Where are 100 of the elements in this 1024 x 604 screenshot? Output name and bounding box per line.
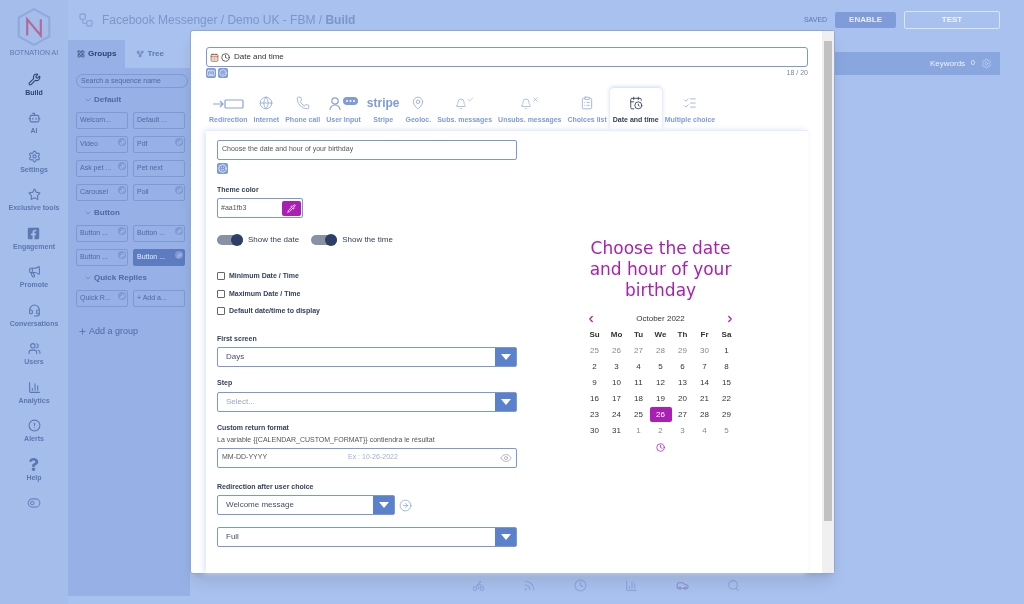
step-dropdown[interactable]: Select... bbox=[217, 391, 517, 412]
toggle-label: Show the date bbox=[248, 234, 300, 246]
calendar-day[interactable]: 10 bbox=[605, 375, 628, 390]
calendar-day[interactable]: 17 bbox=[605, 391, 628, 406]
calendar-day[interactable]: 18 bbox=[627, 391, 650, 406]
group-title[interactable]: Default bbox=[94, 94, 122, 106]
bar-chart-icon[interactable] bbox=[625, 578, 638, 592]
rss-icon[interactable] bbox=[523, 578, 536, 592]
calendar-day[interactable]: 15 bbox=[715, 375, 738, 390]
calendar-day[interactable]: 6 bbox=[671, 359, 694, 374]
enable-button[interactable]: ENABLE bbox=[835, 12, 896, 28]
calendar-day[interactable]: 25 bbox=[627, 407, 650, 422]
plus-icon[interactable] bbox=[78, 327, 87, 337]
group-title[interactable]: Button bbox=[94, 207, 120, 219]
calendar-day[interactable]: 2 bbox=[649, 423, 672, 438]
group-title[interactable]: Quick Replies bbox=[94, 272, 147, 284]
bell-x-icon bbox=[520, 96, 540, 110]
calendar-day[interactable]: 8 bbox=[715, 359, 738, 374]
calendar-day[interactable]: 7 bbox=[693, 359, 716, 374]
calendar-day[interactable]: 25 bbox=[583, 343, 606, 358]
checkbox[interactable] bbox=[217, 307, 225, 316]
clipboard-list-icon bbox=[580, 96, 595, 110]
calendar-day[interactable]: 5 bbox=[649, 359, 672, 374]
link-badge-icon bbox=[118, 292, 126, 300]
calendar-day[interactable]: 27 bbox=[627, 343, 650, 358]
calendar-day[interactable]: 22 bbox=[715, 391, 738, 406]
chevron-down-icon[interactable] bbox=[84, 209, 92, 217]
calendar-day[interactable]: 14 bbox=[693, 375, 716, 390]
eye-icon[interactable] bbox=[500, 451, 512, 464]
redirection-dropdown[interactable]: Welcome message bbox=[217, 495, 395, 515]
clock-icon bbox=[221, 52, 230, 62]
calendar-day[interactable]: 29 bbox=[715, 407, 738, 422]
emoji-icon[interactable] bbox=[218, 68, 228, 79]
users-icon bbox=[27, 342, 41, 355]
search-icon[interactable] bbox=[727, 578, 740, 592]
first-screen-dropdown[interactable]: Days bbox=[217, 347, 517, 367]
tree-icon bbox=[136, 50, 145, 58]
calendar-day[interactable]: 24 bbox=[605, 407, 628, 422]
calendar-day[interactable]: 4 bbox=[693, 423, 716, 438]
toggle-switch[interactable] bbox=[311, 235, 338, 245]
calendar-day[interactable]: 1 bbox=[627, 423, 650, 438]
link-badge-icon bbox=[118, 251, 126, 259]
calendar-day[interactable]: 30 bbox=[583, 423, 606, 438]
calendar-day[interactable]: 26 bbox=[605, 343, 628, 358]
calendar-day[interactable]: 27 bbox=[671, 407, 694, 422]
calendar-day[interactable]: 2 bbox=[583, 359, 606, 374]
panel-tab[interactable]: Groups bbox=[68, 40, 126, 68]
hexagon-logo-icon bbox=[17, 8, 51, 46]
checkbox[interactable] bbox=[217, 289, 225, 298]
calendar-day[interactable]: 3 bbox=[671, 423, 694, 438]
calendar-day[interactable]: 4 bbox=[627, 359, 650, 374]
calendar-day[interactable]: 26 bbox=[649, 407, 672, 422]
toggle-icon[interactable] bbox=[27, 496, 41, 510]
settings-icon[interactable] bbox=[981, 58, 992, 69]
calendar-day[interactable]: 29 bbox=[671, 343, 694, 358]
chevron-down-icon[interactable] bbox=[84, 96, 92, 104]
calendar-day[interactable]: 9 bbox=[583, 375, 606, 390]
calendar-day[interactable]: 28 bbox=[693, 407, 716, 422]
calendar-day[interactable]: 19 bbox=[649, 391, 672, 406]
dropdown-triangle-icon bbox=[500, 354, 511, 360]
scrollbar[interactable] bbox=[822, 31, 834, 573]
title-field[interactable]: Date and time bbox=[206, 47, 808, 67]
calendar-day[interactable]: 20 bbox=[671, 391, 694, 406]
calendar-day[interactable]: 28 bbox=[649, 343, 672, 358]
panel-tab[interactable]: Tree bbox=[127, 40, 173, 68]
calendar-day[interactable]: 1 bbox=[715, 343, 738, 358]
add-group-link[interactable]: Add a group bbox=[89, 325, 139, 339]
map-pin-icon bbox=[411, 96, 426, 110]
megaphone-icon bbox=[27, 265, 41, 278]
month-title: October 2022 bbox=[636, 312, 685, 325]
settings-icon bbox=[27, 149, 41, 163]
link-badge-icon bbox=[175, 138, 183, 146]
preview-title: Choose the date and hour of your birthday bbox=[588, 237, 733, 301]
calendar-day[interactable]: 21 bbox=[693, 391, 716, 406]
checkbox[interactable] bbox=[217, 272, 225, 281]
calendar-day[interactable]: 3 bbox=[605, 359, 628, 374]
toggle-label: Show the time bbox=[342, 234, 393, 246]
toggle-switch[interactable] bbox=[217, 235, 243, 245]
chevron-down-icon[interactable] bbox=[84, 274, 92, 282]
keyboard-icon[interactable] bbox=[206, 68, 216, 79]
calendar-day[interactable]: 30 bbox=[693, 343, 716, 358]
headset-icon bbox=[27, 303, 41, 317]
emoji-icon[interactable] bbox=[217, 162, 228, 174]
color-picker-button[interactable] bbox=[282, 200, 301, 216]
clock-icon[interactable] bbox=[656, 442, 665, 452]
display-dropdown[interactable]: Full bbox=[217, 527, 517, 547]
link-badge-icon bbox=[175, 186, 183, 194]
calendar-day[interactable]: 16 bbox=[583, 391, 606, 406]
calendar-day[interactable]: 11 bbox=[627, 375, 650, 390]
link-badge-icon bbox=[175, 227, 183, 235]
dropdown-triangle-icon bbox=[378, 502, 389, 508]
weekday-label: We bbox=[653, 328, 668, 341]
link-badge-icon bbox=[175, 251, 183, 259]
calendar-day[interactable]: 23 bbox=[583, 407, 606, 422]
calendar-day[interactable]: 5 bbox=[715, 423, 738, 438]
calendar-day[interactable]: 31 bbox=[605, 423, 628, 438]
calendar-day[interactable]: 13 bbox=[671, 375, 694, 390]
weekday-label: Tu bbox=[632, 328, 645, 341]
calendar-day[interactable]: 12 bbox=[649, 375, 672, 390]
dropdown-triangle-icon bbox=[500, 398, 511, 405]
